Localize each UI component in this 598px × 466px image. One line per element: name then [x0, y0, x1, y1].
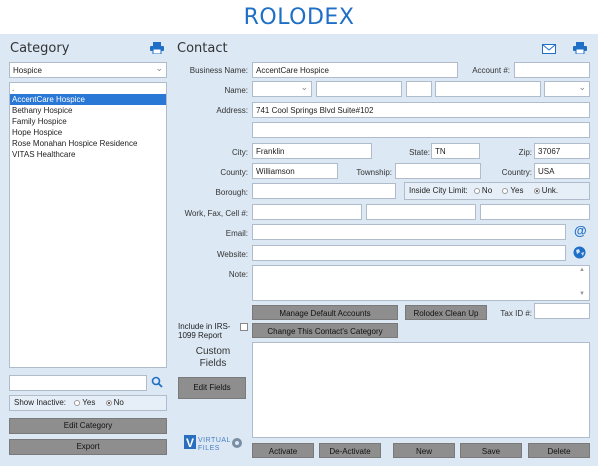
county-label: County: — [220, 168, 248, 177]
township-label: Township: — [356, 168, 392, 177]
inside-city-limit-label: Inside City Limit: — [409, 186, 468, 195]
activate-button[interactable]: Activate — [252, 443, 314, 458]
scroll-down-icon[interactable]: ▼ — [579, 291, 585, 297]
include-irs-checkbox[interactable] — [240, 323, 248, 331]
email-label: Email: — [225, 229, 248, 238]
svg-text:V: V — [186, 436, 194, 450]
rolodex-clean-up-button[interactable]: Rolodex Clean Up — [405, 305, 487, 320]
list-item[interactable]: Bethany Hospice — [10, 105, 166, 116]
show-inactive-yes[interactable]: Yes — [74, 398, 95, 407]
show-inactive-no[interactable]: No — [105, 398, 124, 407]
category-contact-list[interactable]: . AccentCare Hospice Bethany Hospice Fam… — [9, 82, 167, 368]
printer-icon[interactable] — [573, 42, 587, 56]
borough-field[interactable] — [252, 183, 396, 199]
list-item[interactable]: VITAS Healthcare — [10, 149, 166, 160]
inside-city-yes[interactable]: Yes — [502, 186, 523, 195]
cell-phone-field[interactable] — [480, 204, 590, 220]
last-name-field[interactable] — [435, 81, 541, 97]
change-category-button[interactable]: Change This Contact's Category — [252, 323, 398, 338]
township-field[interactable] — [395, 163, 481, 179]
middle-initial-field[interactable] — [406, 81, 432, 97]
name-suffix-dropdown[interactable] — [544, 81, 590, 97]
svg-text:VIRTUAL: VIRTUAL — [198, 437, 231, 444]
custom-fields-area[interactable] — [252, 342, 590, 438]
search-icon[interactable] — [151, 376, 163, 390]
search-input[interactable] — [9, 375, 147, 391]
address-line1-field[interactable]: 741 Cool Springs Blvd Suite#102 — [252, 102, 590, 118]
inside-city-limit-group: Inside City Limit: No Yes Unk. — [404, 182, 590, 200]
radio-selected-icon — [105, 399, 112, 406]
export-button[interactable]: Export — [9, 439, 167, 455]
edit-fields-button[interactable]: Edit Fields — [178, 377, 246, 399]
name-label: Name: — [224, 86, 248, 95]
scroll-up-icon[interactable]: ▲ — [579, 267, 585, 273]
inside-city-no[interactable]: No — [473, 186, 492, 195]
business-name-label: Business Name: — [189, 66, 248, 75]
contact-heading: Contact — [177, 41, 228, 56]
edit-category-button[interactable]: Edit Category — [9, 418, 167, 434]
country-label: Country: — [501, 168, 532, 177]
tax-id-field[interactable] — [534, 303, 590, 319]
fax-field[interactable] — [366, 204, 476, 220]
account-field[interactable] — [514, 62, 590, 78]
delete-button[interactable]: Delete — [528, 443, 590, 458]
zip-label: Zip: — [518, 148, 532, 157]
email-field[interactable] — [252, 224, 566, 240]
zip-field[interactable]: 37067 — [534, 143, 590, 159]
globe-icon[interactable] — [573, 246, 586, 261]
virtual-files-logo: V VIRTUAL FILES — [184, 433, 246, 453]
category-dropdown[interactable]: Hospice — [9, 62, 167, 78]
custom-fields-label: Custom Fields — [195, 346, 231, 369]
city-label: City: — [232, 148, 248, 157]
include-irs-label: Include in IRS-1099 Report — [178, 322, 231, 340]
business-name-field[interactable]: AccentCare Hospice — [252, 62, 458, 78]
save-button[interactable]: Save — [460, 443, 522, 458]
work-phone-field[interactable] — [252, 204, 362, 220]
category-heading: Category — [10, 41, 70, 56]
app-title: ROLODEX — [243, 5, 355, 30]
account-label: Account #: — [472, 66, 510, 75]
note-field[interactable] — [252, 265, 590, 301]
phones-label: Work, Fax, Cell #: — [184, 209, 248, 218]
show-inactive-group: Show Inactive: Yes No — [9, 395, 167, 411]
list-item[interactable]: Family Hospice — [10, 116, 166, 127]
radio-icon — [502, 187, 509, 194]
county-field[interactable]: Williamson — [252, 163, 338, 179]
address-label: Address: — [216, 106, 248, 115]
address-line2-field[interactable] — [252, 122, 590, 138]
name-prefix-dropdown[interactable] — [252, 81, 312, 97]
radio-selected-icon — [533, 187, 540, 194]
borough-label: Borough: — [215, 188, 248, 197]
show-inactive-label: Show Inactive: — [14, 398, 67, 407]
list-item[interactable]: Rose Monahan Hospice Residence — [10, 138, 166, 149]
note-label: Note: — [228, 270, 248, 279]
deactivate-button[interactable]: De-Activate — [319, 443, 381, 458]
state-label: State: — [409, 148, 430, 157]
tax-id-label: Tax ID #: — [500, 309, 532, 318]
first-name-field[interactable] — [316, 81, 402, 97]
list-item-selected[interactable]: AccentCare Hospice — [10, 94, 166, 105]
at-icon[interactable]: @ — [574, 224, 587, 237]
list-item[interactable]: . — [10, 83, 166, 94]
website-field[interactable] — [252, 245, 566, 261]
list-item[interactable]: Hope Hospice — [10, 127, 166, 138]
city-field[interactable]: Franklin — [252, 143, 372, 159]
manage-default-accounts-button[interactable]: Manage Default Accounts — [252, 305, 398, 320]
svg-text:FILES: FILES — [198, 445, 220, 452]
envelope-icon[interactable] — [542, 44, 556, 56]
inside-city-unk[interactable]: Unk. — [533, 186, 558, 195]
website-label: Website: — [217, 250, 248, 259]
country-field[interactable]: USA — [534, 163, 590, 179]
radio-icon — [473, 187, 480, 194]
radio-icon — [74, 399, 81, 406]
printer-icon[interactable] — [150, 42, 164, 56]
new-button[interactable]: New — [393, 443, 455, 458]
state-field[interactable]: TN — [431, 143, 480, 159]
